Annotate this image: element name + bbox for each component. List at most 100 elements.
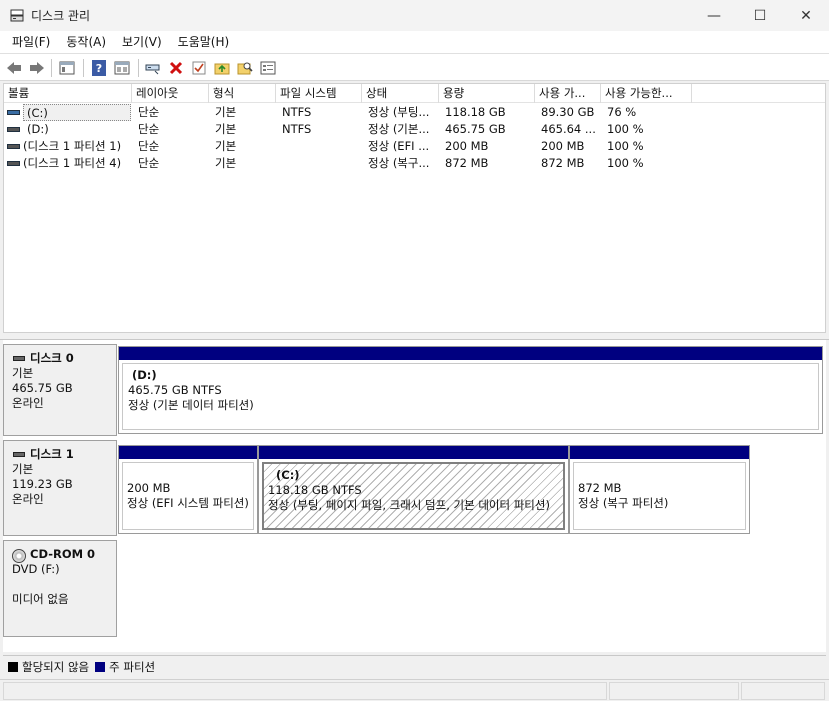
volume-name: (디스크 1 파티션 4) (23, 156, 122, 170)
menu-help[interactable]: 도움말(H) (170, 31, 238, 53)
open-folder-icon[interactable] (212, 58, 232, 78)
column-status[interactable]: 상태 (362, 84, 439, 103)
column-volume[interactable]: 볼륨 (4, 84, 132, 103)
disk-size: 119.23 GB (12, 477, 73, 491)
column-type[interactable]: 형식 (209, 84, 276, 103)
volume-list-header: 볼륨 레이아웃 형식 파일 시스템 상태 용량 사용 가... 사용 가능한..… (4, 84, 825, 103)
volume-free-space: 465.64 ... (541, 122, 596, 136)
partition-status: 정상 (부팅, 페이지 파일, 크래시 덤프, 기본 데이터 파티션) (268, 498, 550, 512)
disk-type: DVD (F:) (12, 562, 60, 576)
status-pane (3, 682, 607, 700)
partition-body: 200 MB 정상 (EFI 시스템 파티션) (122, 462, 254, 530)
back-arrow-icon[interactable] (4, 58, 24, 78)
disk-state: 미디어 없음 (12, 592, 69, 606)
volume-file-system: NTFS (282, 105, 312, 119)
disk-graphical-view: 디스크 0 기본 465.75 GB 온라인 (D:) 465.75 GB NT… (3, 340, 826, 652)
volume-capacity: 200 MB (445, 139, 489, 153)
volume-type: 기본 (215, 122, 237, 136)
properties-view-icon[interactable] (112, 58, 132, 78)
help-icon[interactable]: ? (89, 58, 109, 78)
volume-type: 기본 (215, 139, 237, 153)
volume-row[interactable]: (디스크 1 파티션 1) 단순 기본 정상 (EFI ... 200 MB 2… (4, 138, 825, 155)
legend-swatch-primary (95, 661, 106, 672)
properties-icon[interactable] (258, 58, 278, 78)
menu-action[interactable]: 동작(A) (58, 31, 114, 53)
volume-icon (7, 110, 20, 115)
disk-0-label[interactable]: 디스크 0 기본 465.75 GB 온라인 (3, 344, 117, 436)
volume-percent-free: 100 % (607, 122, 644, 136)
partition-recovery[interactable]: 872 MB 정상 (복구 파티션) (569, 445, 750, 534)
partition-d[interactable]: (D:) 465.75 GB NTFS 정상 (기본 데이터 파티션) (118, 346, 823, 434)
minimize-button[interactable]: — (691, 0, 737, 31)
maximize-button[interactable]: ☐ (737, 0, 783, 31)
legend: 할당되지 않음 주 파티션 (3, 655, 826, 677)
disk-size (12, 577, 116, 592)
menu-file[interactable]: 파일(F) (4, 31, 58, 53)
toolbar: ? (0, 53, 829, 81)
partition-size: 200 MB (127, 481, 171, 495)
volume-percent-free: 100 % (607, 156, 644, 170)
disk-type: 기본 (12, 462, 34, 476)
volume-status: 정상 (기본... (368, 122, 430, 136)
volume-layout: 단순 (138, 105, 160, 119)
volume-type: 기본 (215, 156, 237, 170)
partition-efi[interactable]: 200 MB 정상 (EFI 시스템 파티션) (118, 445, 258, 534)
column-file-system[interactable]: 파일 시스템 (276, 84, 362, 103)
status-pane (609, 682, 739, 700)
volume-free-space: 89.30 GB (541, 105, 595, 119)
volume-name: (디스크 1 파티션 1) (23, 139, 122, 153)
volume-name: (C:) (23, 104, 131, 121)
volume-row[interactable]: (C:) 단순 기본 NTFS 정상 (부팅... 118.18 GB 89.3… (4, 104, 825, 121)
volume-layout: 단순 (138, 122, 160, 136)
volume-list: 볼륨 레이아웃 형식 파일 시스템 상태 용량 사용 가... 사용 가능한..… (3, 83, 826, 333)
disk-icon (13, 452, 25, 457)
search-icon[interactable] (235, 58, 255, 78)
volume-percent-free: 100 % (607, 139, 644, 153)
volume-name: (D:) (27, 122, 49, 136)
partition-size: 118.18 GB NTFS (268, 483, 362, 497)
volume-row[interactable]: (D:) 단순 기본 NTFS 정상 (기본... 465.75 GB 465.… (4, 121, 825, 138)
menu-bar: 파일(F) 동작(A) 보기(V) 도움말(H) (0, 31, 829, 53)
disk-name: 디스크 0 (30, 351, 74, 365)
disk-name: 디스크 1 (30, 447, 74, 461)
volume-status: 정상 (복구... (368, 156, 430, 170)
connect-drive-icon[interactable] (143, 58, 163, 78)
partition-size: 465.75 GB NTFS (128, 383, 222, 397)
partition-c[interactable]: (C:) 118.18 GB NTFS 정상 (부팅, 페이지 파일, 크래시 … (258, 445, 569, 534)
volume-capacity: 118.18 GB (445, 105, 506, 119)
volume-file-system (282, 155, 362, 172)
disk-1-label[interactable]: 디스크 1 기본 119.23 GB 온라인 (3, 440, 117, 536)
toolbar-separator (138, 59, 139, 77)
window-title: 디스크 관리 (31, 9, 91, 23)
close-button[interactable]: ✕ (783, 0, 829, 31)
show-hide-console-tree-icon[interactable] (57, 58, 77, 78)
partition-status: 정상 (EFI 시스템 파티션) (127, 496, 249, 510)
partition-bar (259, 446, 568, 459)
column-free-space[interactable]: 사용 가... (535, 84, 601, 103)
volume-type: 기본 (215, 105, 237, 119)
volume-file-system: NTFS (282, 122, 312, 136)
partition-body: (D:) 465.75 GB NTFS 정상 (기본 데이터 파티션) (122, 363, 819, 430)
title-bar: 디스크 관리 — ☐ ✕ (0, 0, 829, 31)
cdrom-0-label[interactable]: CD-ROM 0 DVD (F:) 미디어 없음 (3, 540, 117, 637)
disk-state: 온라인 (12, 396, 44, 410)
checkmark-icon[interactable] (189, 58, 209, 78)
volume-file-system (282, 138, 362, 155)
disk-management-icon (10, 9, 24, 22)
delete-icon[interactable] (166, 58, 186, 78)
partition-bar (119, 446, 257, 459)
menu-view[interactable]: 보기(V) (114, 31, 170, 53)
volume-row[interactable]: (디스크 1 파티션 4) 단순 기본 정상 (복구... 872 MB 872… (4, 155, 825, 172)
volume-icon (7, 144, 20, 149)
volume-icon (7, 161, 20, 166)
disk-state: 온라인 (12, 492, 44, 506)
partition-title: (D:) (132, 368, 157, 382)
volume-layout: 단순 (138, 156, 160, 170)
forward-arrow-icon[interactable] (27, 58, 47, 78)
column-capacity[interactable]: 용량 (439, 84, 535, 103)
legend-label: 할당되지 않음 (22, 659, 90, 674)
column-percent-free[interactable]: 사용 가능한... (601, 84, 692, 103)
partition-title: (C:) (276, 468, 300, 482)
disk-size: 465.75 GB (12, 381, 73, 395)
column-layout[interactable]: 레이아웃 (132, 84, 209, 103)
